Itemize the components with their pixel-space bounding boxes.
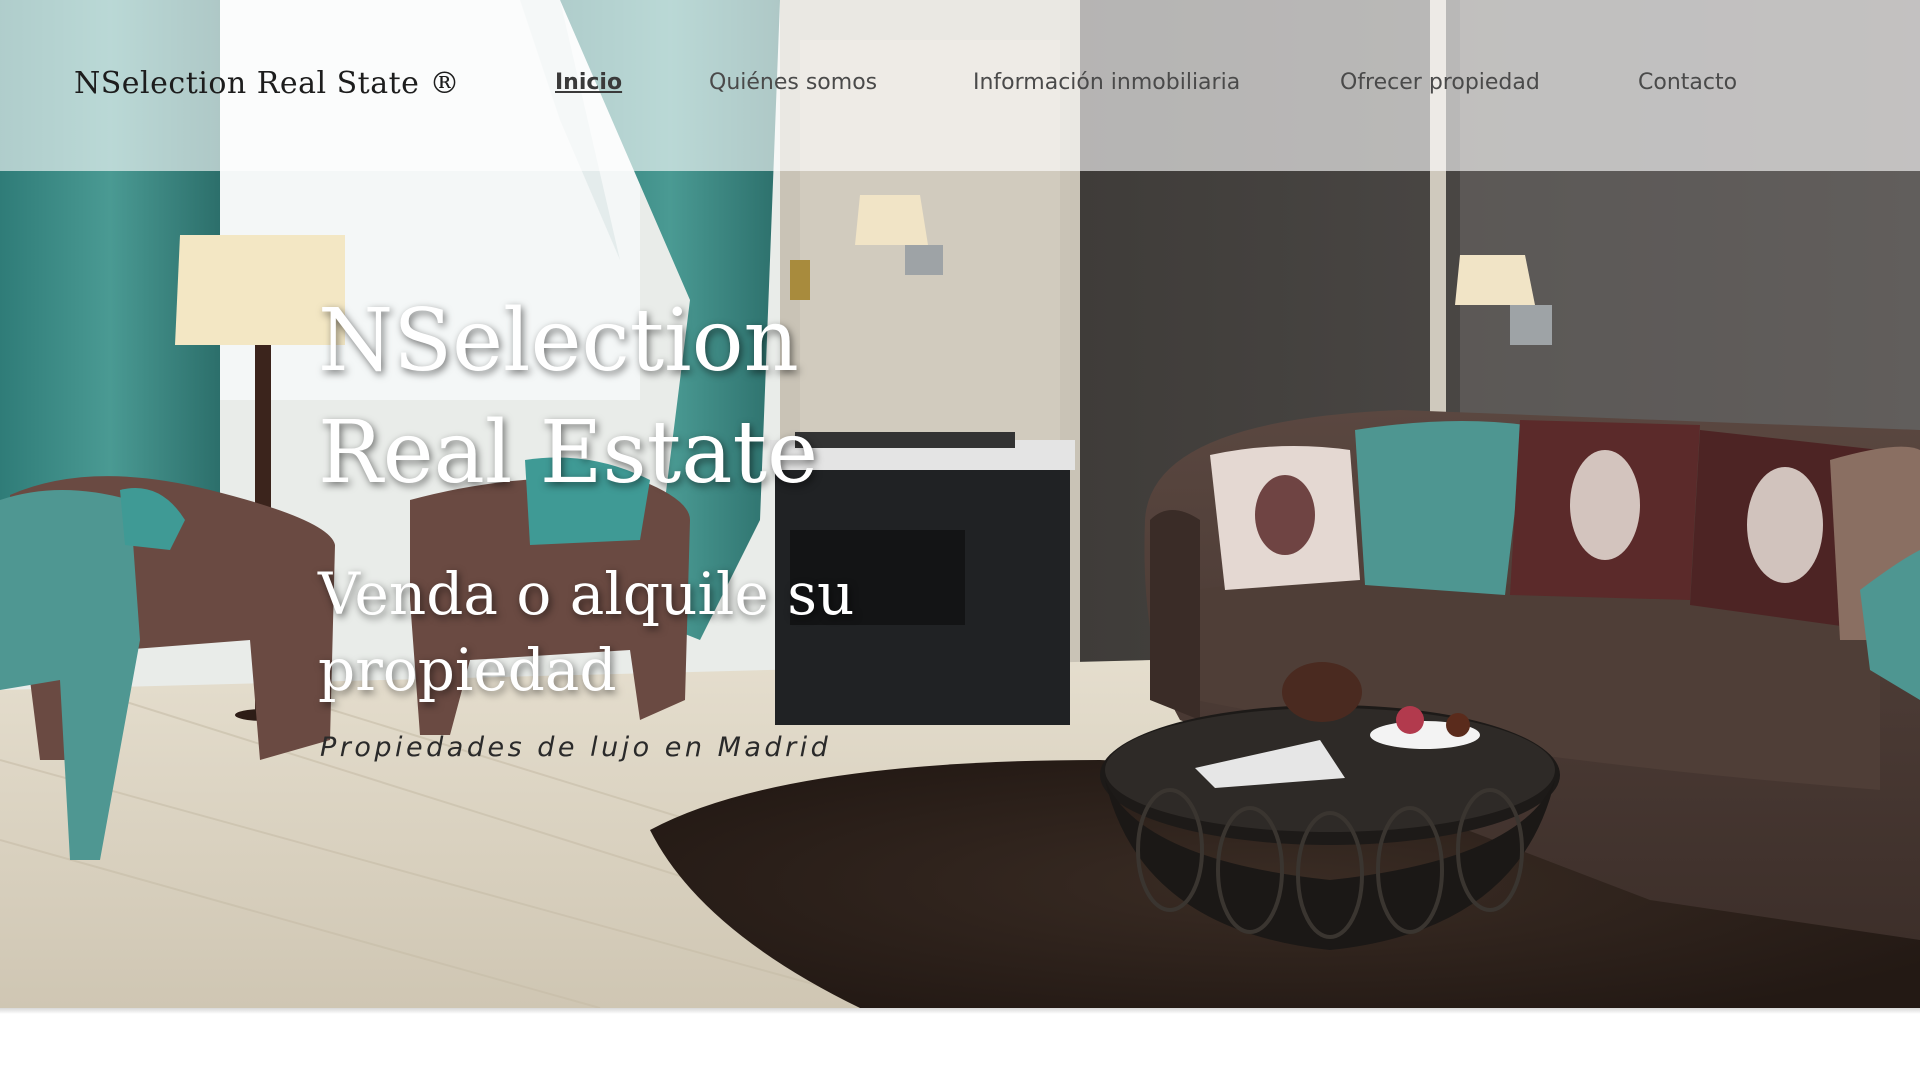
hero-title: NSelection Real Estate xyxy=(318,285,838,509)
nav-contacto[interactable]: Contacto xyxy=(1638,70,1737,95)
nav-inicio[interactable]: Inicio xyxy=(555,70,622,95)
site-header: NSelection Real State ® Inicio Quiénes s… xyxy=(0,0,1920,171)
hero-bottom-edge xyxy=(0,1008,1920,1014)
nav-ofrecer-propiedad[interactable]: Ofrecer propiedad xyxy=(1340,70,1540,95)
nav-quienes-somos[interactable]: Quiénes somos xyxy=(709,70,877,95)
nav-informacion-inmobiliaria[interactable]: Información inmobiliaria xyxy=(973,70,1240,95)
hero-title-line2: Real Estate xyxy=(318,403,818,503)
hero-tagline: Propiedades de lujo en Madrid xyxy=(320,732,832,763)
main-nav: Inicio Quiénes somos Información inmobil… xyxy=(0,70,1920,104)
hero-title-line1: NSelection xyxy=(318,291,799,391)
hero-subtitle: Venda o alquile su propiedad xyxy=(318,560,855,704)
